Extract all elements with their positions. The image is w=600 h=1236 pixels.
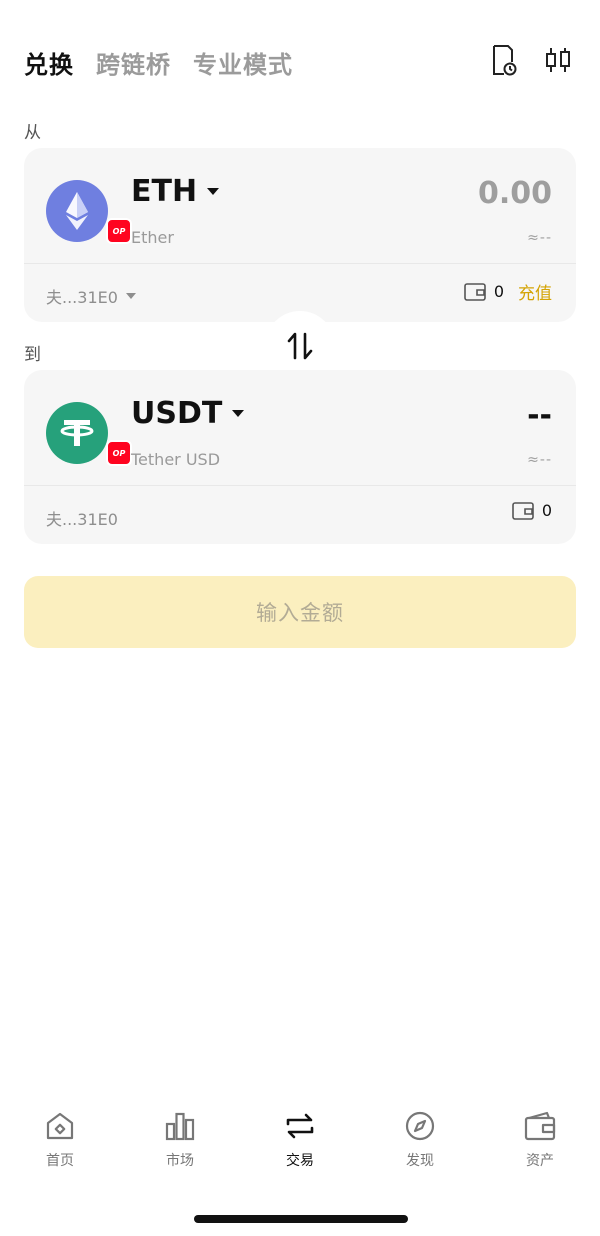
nav-item-trade[interactable]: 交易	[240, 1110, 360, 1190]
usdt-logo-icon[interactable]	[46, 402, 108, 464]
home-indicator	[194, 1215, 408, 1223]
market-icon	[165, 1112, 195, 1141]
optimism-badge-icon: OP	[106, 218, 132, 244]
deposit-link[interactable]: 充值	[518, 279, 552, 304]
nav-label-home: 首页	[46, 1153, 74, 1169]
from-amount-input[interactable]: 0.00	[478, 176, 552, 211]
wallet-icon	[524, 1111, 556, 1141]
from-label: 从	[24, 123, 41, 143]
to-address: 夫...31E0	[46, 510, 118, 529]
enter-amount-button[interactable]: 输入金额	[24, 576, 576, 648]
from-token-selector[interactable]: ETH	[131, 174, 220, 209]
home-icon	[46, 1112, 74, 1140]
from-token-symbol: ETH	[131, 174, 198, 209]
candlestick-icon[interactable]	[544, 42, 572, 78]
nav-item-home[interactable]: 首页	[0, 1110, 120, 1190]
from-account-selector[interactable]: 夫...31E0	[46, 284, 136, 308]
wallet-small-icon	[464, 282, 486, 301]
to-label: 到	[24, 345, 41, 365]
caret-down-icon	[232, 410, 245, 417]
tab-bridge[interactable]: 跨链桥	[96, 45, 171, 80]
from-balance: 0 充值	[464, 279, 552, 304]
discover-icon	[405, 1111, 435, 1141]
nav-label-discover: 发现	[406, 1153, 434, 1169]
bottom-nav: 首页 市场 交易 发现 资产	[0, 1110, 600, 1190]
optimism-badge-icon: OP	[106, 440, 132, 466]
trade-icon	[286, 1113, 314, 1139]
eth-logo-icon[interactable]	[46, 180, 108, 242]
swap-arrows-icon	[287, 332, 313, 360]
to-balance-value: 0	[541, 501, 552, 520]
history-icon[interactable]	[490, 42, 518, 78]
to-account: 夫...31E0	[46, 506, 118, 530]
header-actions	[490, 42, 572, 78]
nav-item-assets[interactable]: 资产	[480, 1110, 600, 1190]
to-token-row: OP USDT Tether USD -- ≈--	[24, 370, 576, 486]
from-balance-value: 0	[493, 282, 504, 301]
from-token-row: OP ETH Ether 0.00 ≈--	[24, 148, 576, 264]
nav-label-assets: 资产	[526, 1153, 554, 1169]
to-token-name: Tether USD	[131, 450, 221, 469]
nav-label-trade: 交易	[286, 1153, 314, 1169]
caret-down-icon	[207, 188, 220, 195]
wallet-small-icon	[512, 501, 534, 520]
nav-item-discover[interactable]: 发现	[360, 1110, 480, 1190]
to-token-symbol: USDT	[131, 396, 223, 431]
to-fiat-value: ≈--	[527, 452, 552, 468]
from-token-name: Ether	[131, 228, 174, 247]
to-amount: --	[527, 398, 552, 433]
caret-down-icon	[125, 293, 136, 299]
from-fiat-value: ≈--	[527, 230, 552, 246]
tab-pro-mode[interactable]: 专业模式	[193, 45, 293, 80]
to-token-selector[interactable]: USDT	[131, 396, 245, 431]
nav-label-market: 市场	[166, 1153, 194, 1169]
tab-swap[interactable]: 兑换	[24, 45, 74, 80]
from-card: OP ETH Ether 0.00 ≈-- 夫...31E0 0 充值	[24, 148, 576, 322]
to-balance: 0	[512, 501, 552, 520]
from-address: 夫...31E0	[46, 288, 118, 307]
nav-item-market[interactable]: 市场	[120, 1110, 240, 1190]
top-tab-bar: 兑换 跨链桥 专业模式	[24, 40, 293, 84]
to-account-row: 夫...31E0 0	[24, 486, 576, 544]
to-card: OP USDT Tether USD -- ≈-- 夫...31E0 0	[24, 370, 576, 544]
